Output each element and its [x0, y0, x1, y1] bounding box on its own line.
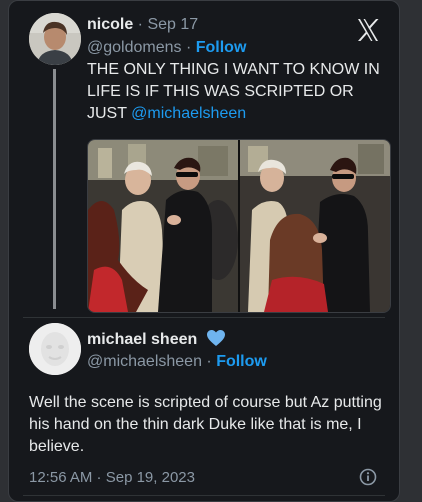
follow-button[interactable]: Follow [216, 353, 267, 370]
quoted-header: nicole · Sep 17 [87, 15, 198, 35]
timestamp[interactable]: 12:56 AM · Sep 19, 2023 [29, 468, 195, 488]
post-time: 12:56 AM [29, 469, 93, 486]
post-date: Sep 19, 2023 [105, 469, 195, 486]
quoted-tweet-text: THE ONLY THING I WANT TO KNOW IN LIFE IS… [87, 59, 387, 125]
reply-tweet-text: Well the scene is scripted of course but… [29, 394, 382, 455]
separator: · [181, 39, 196, 56]
mention-link[interactable]: @michaelsheen [131, 105, 246, 122]
display-name[interactable]: michael sheen [87, 331, 197, 348]
avatar-image [29, 13, 81, 65]
media-image[interactable] [87, 139, 391, 313]
quoted-handle-row: @goldomens · Follow [87, 38, 246, 58]
media-photo [88, 140, 390, 312]
tweet-card: nicole · Sep 17 @goldomens · Follow THE … [8, 0, 400, 502]
display-name[interactable]: nicole [87, 16, 133, 33]
reply-handle-row: @michaelsheen · Follow [87, 352, 267, 372]
separator: · [92, 469, 106, 486]
x-logo-icon[interactable] [355, 17, 381, 43]
handle[interactable]: @goldomens [87, 39, 182, 56]
post-date[interactable]: Sep 17 [147, 16, 198, 33]
divider [23, 317, 385, 318]
divider [23, 495, 385, 496]
avatar[interactable] [29, 13, 81, 65]
info-icon[interactable] [359, 468, 377, 486]
thread-line [53, 69, 56, 309]
separator: · [133, 16, 148, 33]
verified-heart-badge-icon[interactable] [206, 329, 226, 347]
avatar[interactable] [29, 323, 81, 375]
reply-header: michael sheen [87, 329, 226, 350]
follow-button[interactable]: Follow [196, 39, 247, 56]
separator: · [201, 353, 217, 370]
avatar-image [29, 323, 81, 375]
handle[interactable]: @michaelsheen [87, 353, 202, 370]
